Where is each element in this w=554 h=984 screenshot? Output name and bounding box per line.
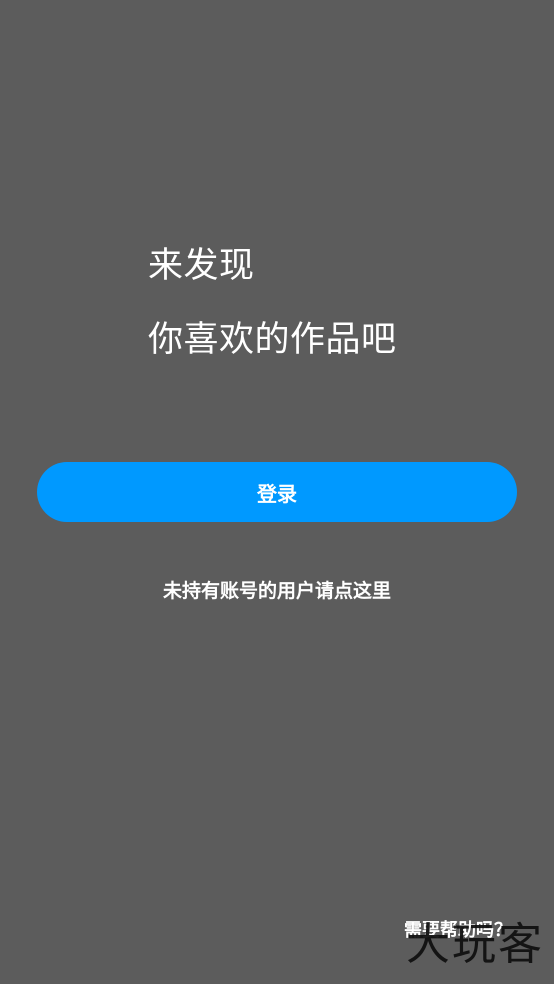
login-screen: 来发现 你喜欢的作品吧 登录 未持有账号的用户请点这里 需要帮助吗？ 大玩客 (0, 0, 554, 984)
register-link[interactable]: 未持有账号的用户请点这里 (0, 577, 554, 605)
watermark-logo: 大玩客 (406, 919, 544, 970)
headline-line-2: 你喜欢的作品吧 (148, 320, 397, 360)
login-button[interactable]: 登录 (37, 462, 517, 522)
headline-line-1: 来发现 (148, 246, 255, 286)
